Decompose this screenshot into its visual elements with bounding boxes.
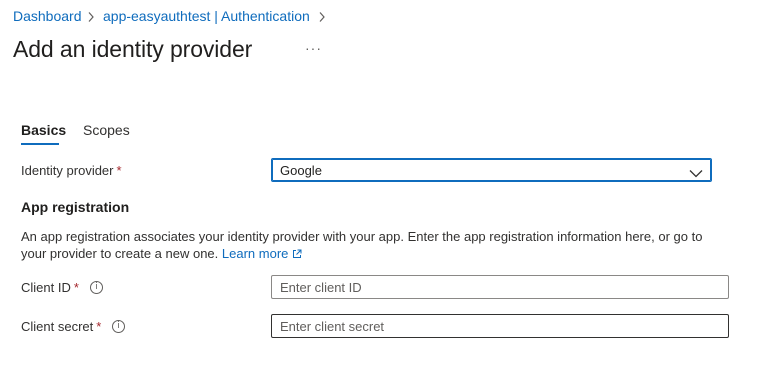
identity-provider-dropdown[interactable]: Google [271,158,712,182]
breadcrumb-authentication-link[interactable]: app-easyauthtest | Authentication [103,8,310,24]
learn-more-link-text: Learn more [221,246,289,261]
required-mark: * [96,319,102,334]
chevron-down-icon [689,165,703,183]
app-registration-description-text: An app registration associates your iden… [21,229,703,261]
identity-provider-label-text: Identity provider [21,163,114,178]
client-id-label: Client ID * [21,280,79,295]
identity-provider-selected-value: Google [280,163,322,178]
client-id-input[interactable] [271,275,729,299]
info-icon[interactable]: i [90,281,103,294]
app-registration-heading: App registration [21,199,130,215]
required-mark: * [73,280,79,295]
info-icon[interactable]: i [112,320,125,333]
app-registration-description: An app registration associates your iden… [21,228,721,262]
client-id-label-text: Client ID [21,280,71,295]
breadcrumb-dashboard-link[interactable]: Dashboard [13,8,82,24]
required-mark: * [116,163,122,178]
client-secret-label: Client secret * [21,319,101,334]
chevron-right-icon [87,10,95,28]
identity-provider-label: Identity provider * [21,163,122,178]
more-actions-button[interactable]: ··· [305,40,322,56]
tab-scopes[interactable]: Scopes [83,122,130,138]
active-tab-indicator [21,143,59,145]
page-title: Add an identity provider [13,36,253,62]
client-secret-input[interactable] [271,314,729,338]
chevron-right-icon [318,10,326,28]
external-link-icon [292,246,302,261]
client-secret-label-text: Client secret [21,319,94,334]
tab-basics[interactable]: Basics [21,122,66,138]
learn-more-link[interactable]: Learn more [222,246,302,261]
